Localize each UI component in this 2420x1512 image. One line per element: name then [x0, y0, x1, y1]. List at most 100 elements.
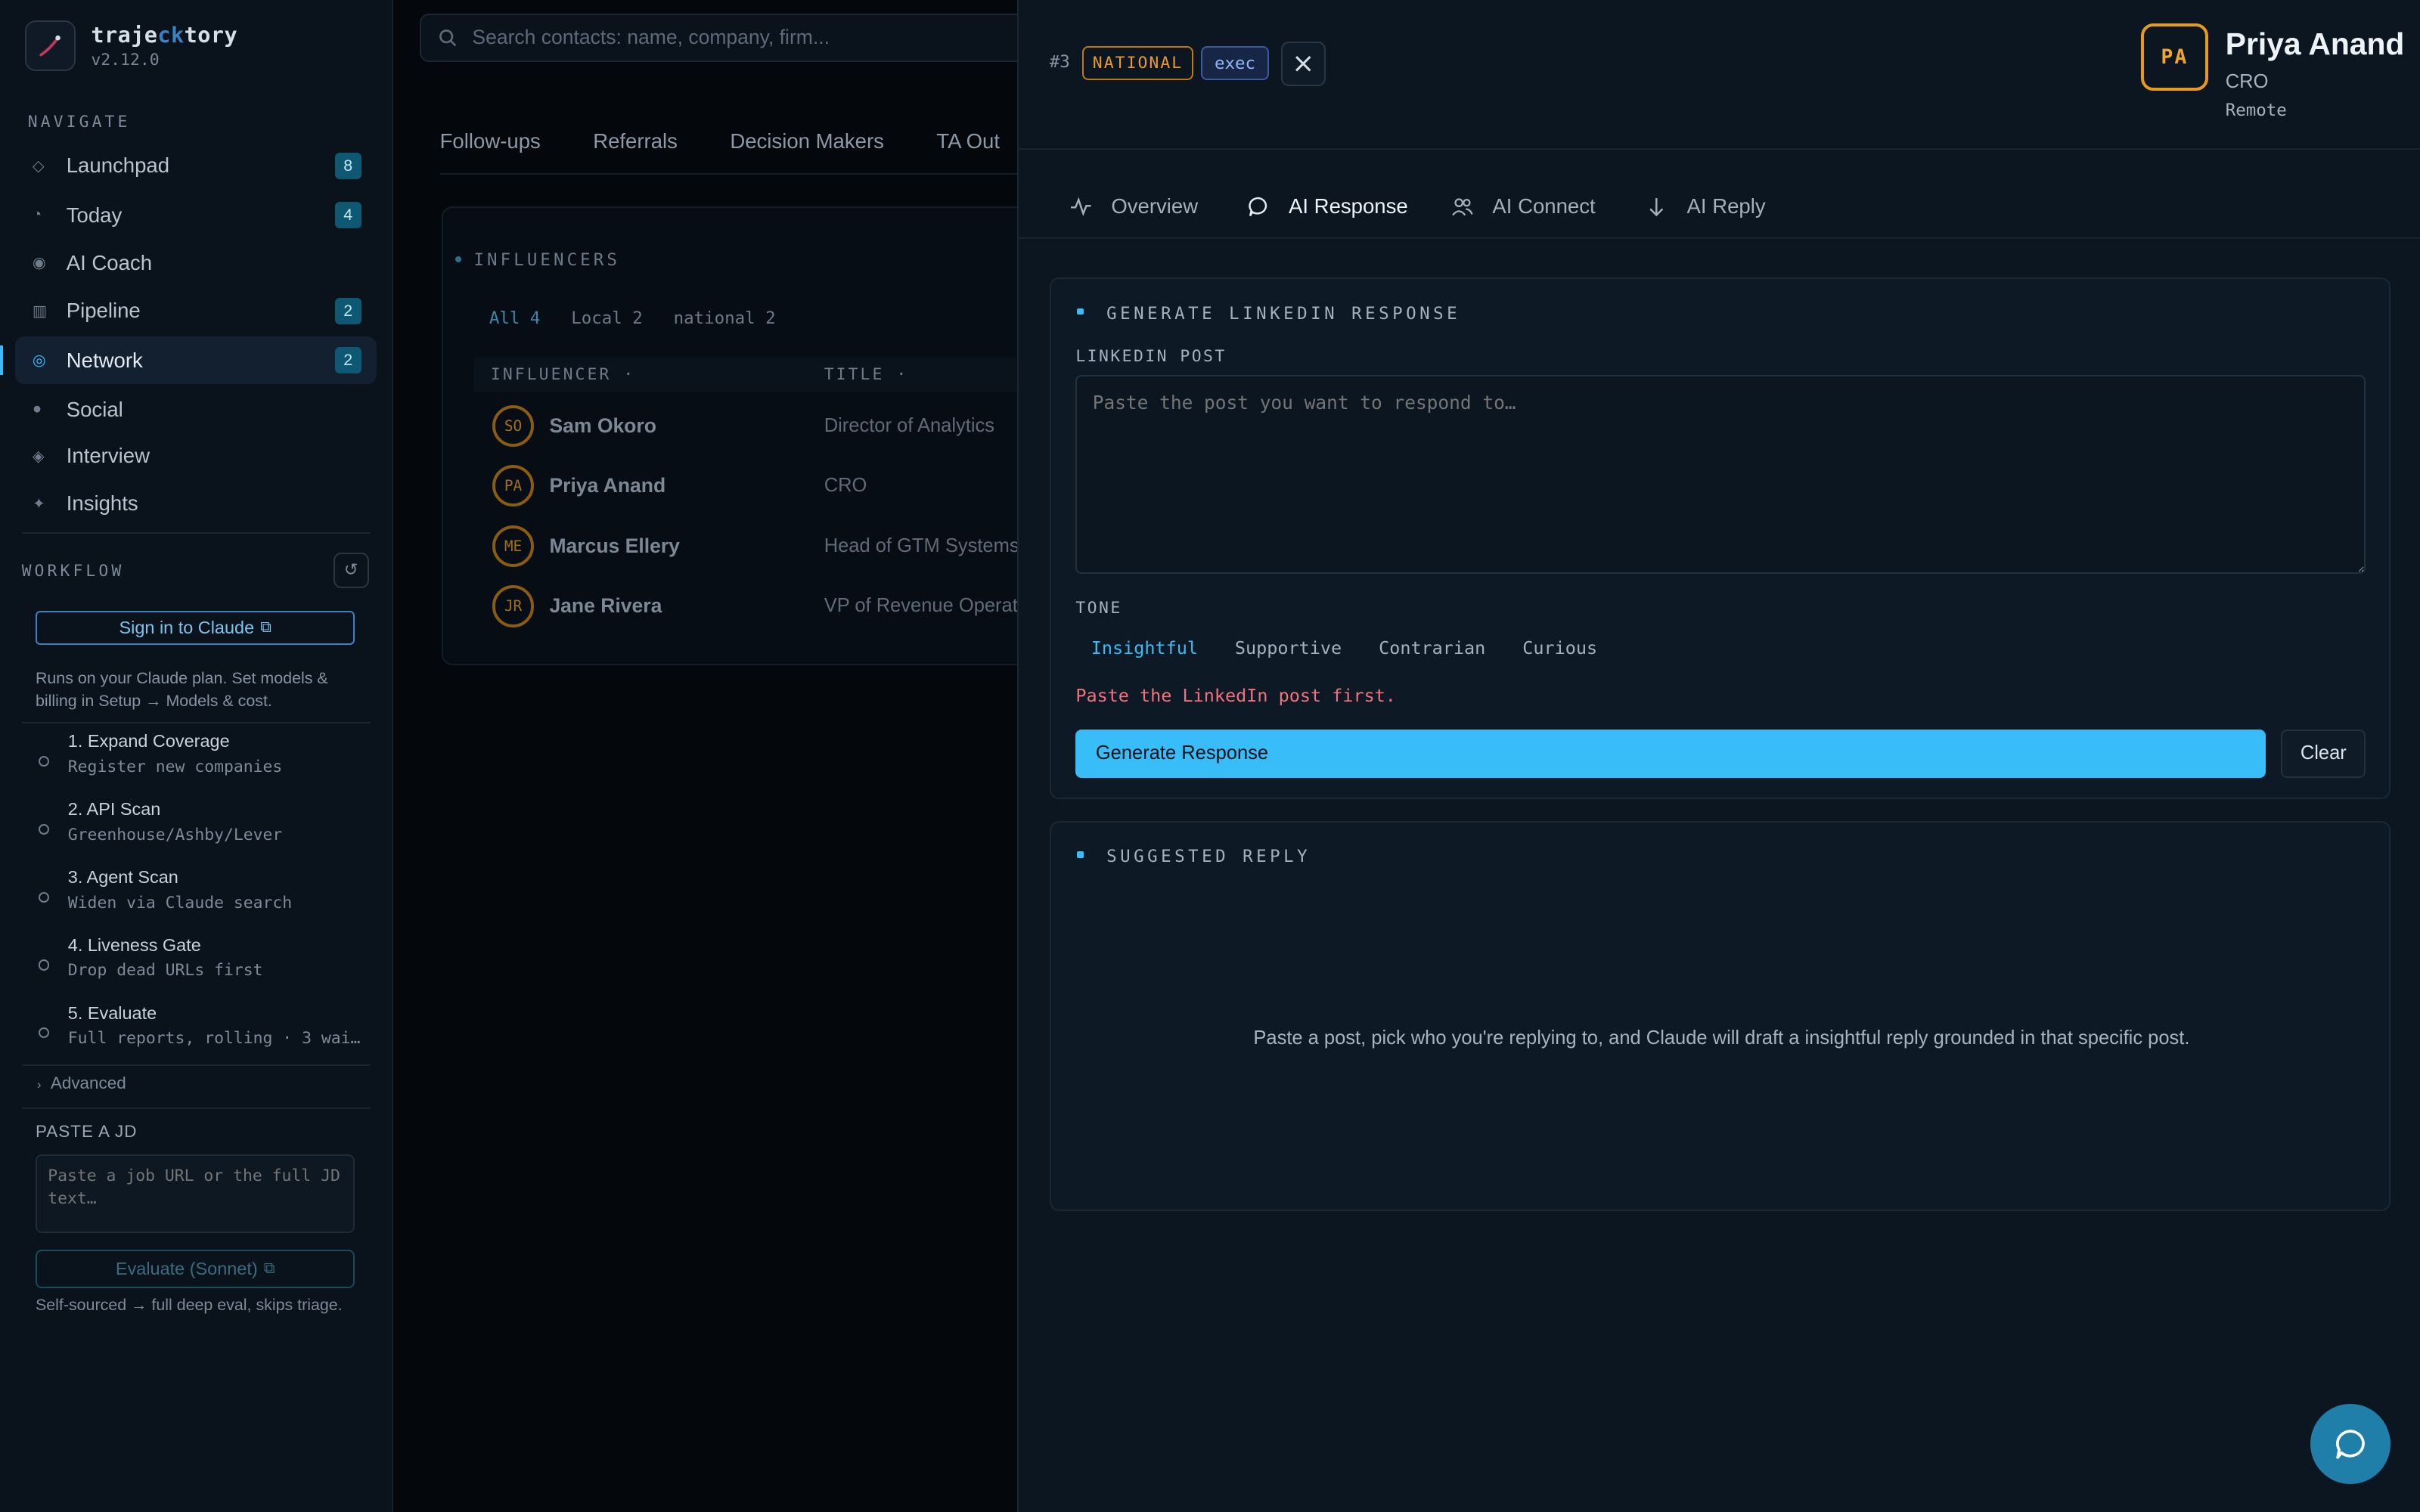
app-name: trajecktory	[91, 21, 238, 48]
tab-decision-makers[interactable]: Decision Makers	[730, 129, 884, 153]
tab-ai-response[interactable]: AI Response	[1247, 194, 1408, 218]
influencer-title: Director of Analytics	[824, 414, 995, 436]
influencer-title: VP of Revenue Operati	[824, 595, 1017, 617]
network-icon: ◎	[32, 352, 46, 370]
step-status-dot	[39, 891, 50, 903]
step-title: 2. API Scan	[67, 799, 161, 820]
circle-icon: ●	[32, 401, 42, 418]
count-badge: 4	[334, 202, 361, 229]
sign-in-claude-button[interactable]: Sign in to Claude ⧉	[35, 611, 355, 646]
workflow-step-agent-scan[interactable]: 3. Agent Scan Widen via Claude search	[37, 867, 369, 929]
workflow-section-label: WORKFLOW	[21, 561, 125, 581]
search-placeholder: Search contacts: name, company, firm...	[472, 26, 830, 49]
tone-selector: Insightful Supportive Contrarian Curious	[1075, 633, 1612, 664]
tab-label: AI Connect	[1492, 194, 1596, 218]
table-row[interactable]: SO Sam Okoro Director of Analytics	[492, 403, 1017, 449]
sidebar-item-social[interactable]: ● Social	[15, 386, 377, 433]
step-title: 3. Agent Scan	[67, 866, 178, 887]
tone-option-insightful[interactable]: Insightful	[1075, 633, 1213, 664]
workflow-step-expand-coverage[interactable]: 1. Expand Coverage Register new companie…	[37, 731, 369, 793]
dot-circle-icon: ◉	[32, 255, 46, 272]
contact-rank: #3	[1049, 52, 1070, 73]
arrow-down-icon	[1649, 197, 1664, 217]
sidebar-item-label: Today	[66, 203, 123, 227]
sidebar-item-pipeline[interactable]: ▥ Pipeline 2	[15, 287, 377, 335]
step-subtitle: Full reports, rolling · 3 wai…	[67, 1029, 361, 1049]
linkedin-post-input[interactable]	[1075, 374, 2366, 575]
users-icon	[1452, 198, 1473, 216]
sidebar-item-launchpad[interactable]: ◇ Launchpad 8	[15, 142, 377, 190]
count-badge: 2	[334, 347, 361, 373]
tone-option-contrarian[interactable]: Contrarian	[1364, 633, 1501, 664]
column-header-title[interactable]: TITLE ·	[824, 365, 909, 384]
sidebar-item-label: Interview	[66, 444, 150, 468]
search-icon	[439, 29, 456, 47]
network-tabs: Follow-ups Referrals Decision Makers TA …	[440, 129, 1000, 153]
panel-title: GENERATE LINKEDIN RESPONSE	[1077, 303, 1461, 324]
tab-label: Overview	[1111, 194, 1199, 218]
brand[interactable]: trajecktory v2.12.0	[24, 20, 238, 71]
step-subtitle: Greenhouse/Ashby/Lever	[67, 825, 283, 844]
table-row[interactable]: JR Jane Rivera VP of Revenue Operati	[492, 583, 1017, 629]
divider	[21, 532, 371, 534]
tab-label: AI Reply	[1686, 194, 1766, 218]
advanced-toggle[interactable]: › Advanced	[37, 1074, 126, 1093]
influencer-title: CRO	[824, 475, 867, 497]
filter-national[interactable]: national 2	[674, 308, 776, 328]
scope-badge: NATIONAL	[1081, 46, 1194, 81]
tab-ai-connect[interactable]: AI Connect	[1450, 194, 1596, 218]
step-status-dot	[39, 823, 50, 835]
divider	[21, 1108, 371, 1110]
evaluate-button[interactable]: Evaluate (Sonnet) ⧉	[35, 1250, 355, 1289]
main-content: Search contacts: name, company, firm... …	[393, 0, 1017, 1512]
tone-option-supportive[interactable]: Supportive	[1220, 633, 1357, 664]
influencer-name: Marcus Ellery	[549, 534, 680, 557]
tab-ta-outreach[interactable]: TA Out	[936, 129, 1000, 153]
tab-referrals[interactable]: Referrals	[593, 129, 678, 153]
generate-response-button[interactable]: Generate Response	[1075, 730, 2266, 778]
close-drawer-button[interactable]	[1280, 42, 1326, 87]
table-row[interactable]: PA Priya Anand CRO	[492, 463, 1017, 509]
sidebar-item-label: Launchpad	[66, 153, 170, 178]
diamond-outline-icon: ◇	[32, 157, 45, 175]
tone-option-curious[interactable]: Curious	[1507, 633, 1613, 664]
sidebar-item-interview[interactable]: ◈ Interview	[15, 432, 377, 479]
step-title: 4. Liveness Gate	[67, 934, 201, 955]
refresh-button[interactable]: ↺	[333, 552, 369, 588]
clock-icon: ◔	[32, 206, 42, 224]
step-status-dot	[39, 755, 50, 767]
sidebar-item-ai-coach[interactable]: ◉ AI Coach	[15, 239, 377, 287]
influencer-name: Priya Anand	[549, 474, 666, 497]
contact-name: Priya Anand	[2225, 26, 2405, 61]
influencer-title: Head of GTM Systems	[824, 534, 1017, 556]
workflow-step-liveness-gate[interactable]: 4. Liveness Gate Drop dead URLs first	[37, 935, 369, 997]
navigate-section-label: NAVIGATE	[27, 112, 131, 132]
column-header-influencer[interactable]: INFLUENCER ·	[491, 365, 635, 384]
filter-local[interactable]: Local 2	[571, 308, 643, 328]
sidebar-item-today[interactable]: ◔ Today 4	[15, 191, 377, 239]
clear-button[interactable]: Clear	[2281, 730, 2366, 778]
workflow-step-evaluate[interactable]: 5. Evaluate Full reports, rolling · 3 wa…	[37, 1003, 369, 1065]
sidebar-item-insights[interactable]: ✦ Insights	[15, 480, 377, 528]
sign-in-label: Sign in to Claude	[119, 618, 255, 638]
chat-bubble-icon	[2335, 1429, 2365, 1459]
tab-follow-ups[interactable]: Follow-ups	[440, 129, 541, 153]
tab-overview[interactable]: Overview	[1069, 194, 1198, 218]
sidebar-item-label: Pipeline	[66, 299, 141, 323]
step-subtitle: Drop dead URLs first	[67, 961, 263, 981]
workflow-step-api-scan[interactable]: 2. API Scan Greenhouse/Ashby/Lever	[37, 799, 369, 861]
tab-ai-reply[interactable]: AI Reply	[1645, 194, 1766, 218]
contact-search[interactable]: Search contacts: name, company, firm...	[420, 14, 1017, 62]
jd-input[interactable]	[35, 1154, 355, 1233]
sidebar-item-label: Network	[66, 348, 143, 372]
evaluate-label: Evaluate (Sonnet)	[115, 1259, 258, 1279]
sidebar-item-label: Insights	[66, 491, 138, 516]
message-icon	[1249, 197, 1267, 217]
divider	[21, 1064, 371, 1067]
table-row[interactable]: ME Marcus Ellery Head of GTM Systems	[492, 523, 1017, 569]
sidebar: trajecktory v2.12.0 NAVIGATE ◇ Launchpad…	[0, 0, 394, 1512]
chat-button[interactable]	[2310, 1404, 2391, 1485]
sidebar-item-network[interactable]: ◎ Network 2	[0, 336, 377, 385]
divider	[21, 722, 371, 724]
filter-all[interactable]: All 4	[489, 308, 541, 328]
